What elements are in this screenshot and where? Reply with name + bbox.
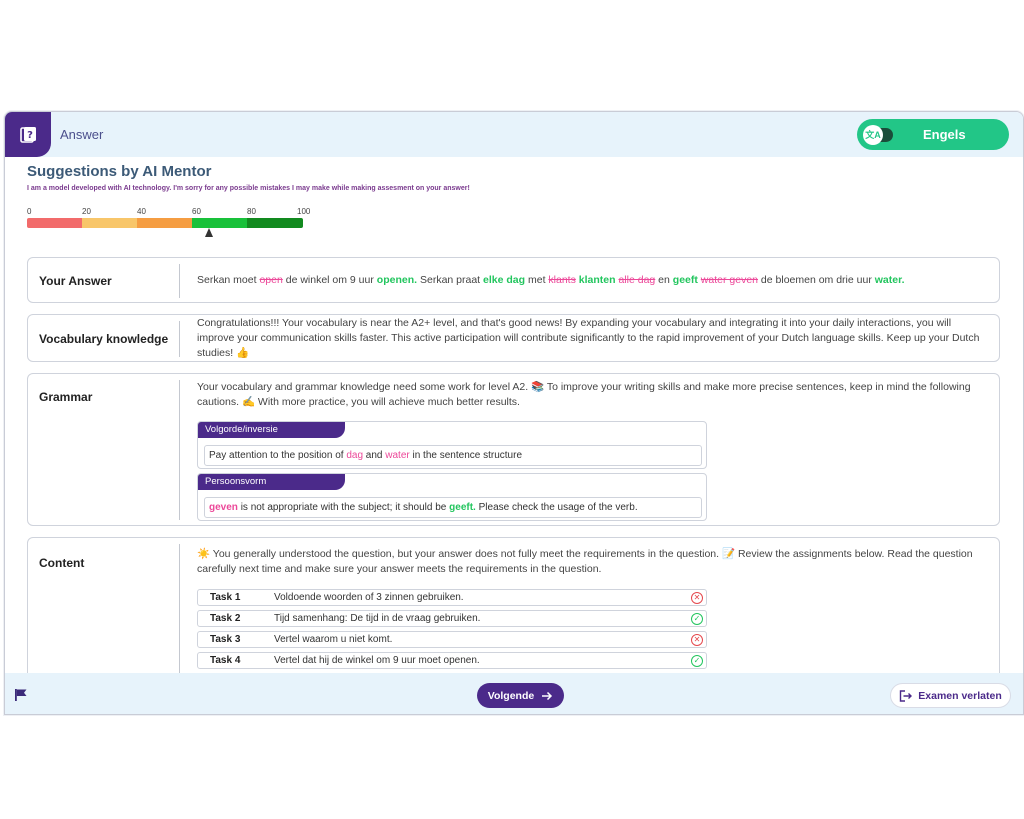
task-row: Task 1 Voldoende woorden of 3 zinnen geb… bbox=[197, 589, 707, 606]
scale-segment bbox=[82, 218, 137, 228]
corrected-word: elke dag bbox=[483, 274, 526, 286]
arrow-right-icon bbox=[542, 691, 553, 700]
grammar-rule-text: geven is not appropriate with the subjec… bbox=[204, 497, 702, 518]
scale-tick-label: 0 bbox=[27, 207, 32, 216]
question-book-icon: ? bbox=[5, 112, 51, 157]
suggestions-panel[interactable]: Suggestions by AI Mentor I am a model de… bbox=[5, 157, 1023, 675]
rule-text: Please check the usage of the verb. bbox=[478, 502, 638, 513]
corrected-word: klanten bbox=[578, 274, 616, 286]
scale-tick-label: 100 bbox=[297, 207, 311, 216]
exam-window: ? Answer 文A Engels Suggestions by AI Men… bbox=[4, 111, 1024, 715]
grammar-text: Your vocabulary and grammar knowledge ne… bbox=[197, 381, 971, 408]
answer-text: Serkan moet bbox=[197, 274, 257, 286]
check-icon: ✓ bbox=[691, 613, 703, 625]
top-bar: ? Answer 文A Engels bbox=[5, 112, 1023, 157]
toggle-switch[interactable]: 文A bbox=[863, 124, 893, 145]
deleted-word: alle dag bbox=[618, 274, 656, 286]
grammar-rule-text: Pay attention to the position of dag and… bbox=[204, 445, 702, 466]
card-divider bbox=[179, 380, 180, 520]
flag-icon[interactable] bbox=[14, 688, 28, 702]
deleted-word: open bbox=[259, 274, 283, 286]
scale-tick-label: 40 bbox=[137, 207, 146, 216]
language-label: Engels bbox=[923, 127, 966, 142]
your-answer-text: Serkan moet open de winkel om 9 uur open… bbox=[197, 273, 989, 288]
exit-icon bbox=[900, 689, 913, 702]
content-text: ☀️ You generally understood the question… bbox=[197, 548, 973, 575]
grammar-rule-tag: Persoonsvorm bbox=[198, 474, 345, 490]
task-row: Task 2 Tijd samenhang: De tijd in de vra… bbox=[197, 610, 707, 627]
highlighted-word: water bbox=[385, 450, 410, 461]
grammar-rule-tag: Volgorde/inversie bbox=[198, 422, 345, 438]
exit-exam-button[interactable]: Examen verlaten bbox=[890, 683, 1011, 708]
ai-disclaimer: I am a model developed with AI technolog… bbox=[27, 185, 470, 192]
answer-text: de bloemen om drie uur bbox=[760, 274, 872, 286]
corrected-word: water. bbox=[874, 274, 905, 286]
score-bar bbox=[27, 218, 303, 228]
task-name: Task 2 bbox=[210, 613, 241, 624]
highlighted-word: dag bbox=[346, 450, 364, 461]
task-text: Tijd samenhang: De tijd in de vraag gebr… bbox=[274, 613, 481, 624]
check-icon: ✓ bbox=[691, 655, 703, 667]
rule-text: is not appropriate with the subject; it … bbox=[240, 502, 447, 513]
rule-text: in the sentence structure bbox=[412, 450, 523, 461]
task-name: Task 1 bbox=[210, 592, 241, 603]
highlighted-word: geeft. bbox=[449, 502, 476, 513]
language-toggle[interactable]: 文A Engels bbox=[857, 119, 1009, 150]
scale-tick-label: 20 bbox=[82, 207, 91, 216]
scale-segment bbox=[247, 218, 303, 228]
grammar-rule-box: Persoonsvorm geven is not appropriate wi… bbox=[197, 473, 707, 521]
rule-text: Pay attention to the position of bbox=[209, 450, 344, 461]
content-label: Content bbox=[39, 556, 85, 570]
vocabulary-card: Vocabulary knowledge Congratulations!!! … bbox=[27, 314, 1000, 362]
translate-icon: 文A bbox=[863, 124, 883, 145]
scale-segment bbox=[27, 218, 82, 228]
suggestions-title: Suggestions by AI Mentor bbox=[27, 163, 212, 180]
task-text: Vertel waarom u niet komt. bbox=[274, 634, 393, 645]
answer-text: met bbox=[527, 274, 546, 286]
task-row: Task 3 Vertel waarom u niet komt. ✕ bbox=[197, 631, 707, 648]
vocabulary-label: Vocabulary knowledge bbox=[39, 332, 169, 346]
card-divider bbox=[179, 321, 180, 357]
page-title: Answer bbox=[60, 127, 104, 142]
highlighted-word: geven bbox=[209, 502, 238, 513]
card-divider bbox=[179, 264, 180, 298]
fail-icon: ✕ bbox=[691, 634, 703, 646]
next-button-label: Volgende bbox=[487, 689, 535, 702]
vocabulary-text: Congratulations!!! Your vocabulary is ne… bbox=[197, 317, 980, 359]
scale-segment bbox=[192, 218, 247, 228]
fail-icon: ✕ bbox=[691, 592, 703, 604]
task-text: Voldoende woorden of 3 zinnen gebruiken. bbox=[274, 592, 464, 603]
next-button[interactable]: Volgende bbox=[477, 683, 564, 708]
corrected-word: openen. bbox=[376, 274, 418, 286]
grammar-card: Grammar Your vocabulary and grammar know… bbox=[27, 373, 1000, 526]
answer-text: en bbox=[658, 274, 670, 286]
score-pointer bbox=[205, 228, 214, 237]
your-answer-card: Your Answer Serkan moet open de winkel o… bbox=[27, 257, 1000, 303]
task-name: Task 4 bbox=[210, 655, 241, 666]
scale-segment bbox=[137, 218, 192, 228]
scale-tick-label: 60 bbox=[192, 207, 201, 216]
deleted-word: klants bbox=[548, 274, 576, 286]
answer-text: de winkel om 9 uur bbox=[285, 274, 374, 286]
bottom-bar: Volgende Examen verlaten bbox=[5, 673, 1023, 714]
grammar-rule-box: Volgorde/inversie Pay attention to the p… bbox=[197, 421, 707, 469]
grammar-label: Grammar bbox=[39, 390, 93, 404]
card-divider bbox=[179, 544, 180, 675]
deleted-word: water geven bbox=[700, 274, 758, 286]
svg-text:?: ? bbox=[27, 130, 33, 141]
content-card: Content ☀️ You generally understood the … bbox=[27, 537, 1000, 675]
your-answer-label: Your Answer bbox=[39, 274, 112, 288]
answer-text: Serkan praat bbox=[419, 274, 481, 286]
scale-tick-label: 80 bbox=[247, 207, 256, 216]
task-name: Task 3 bbox=[210, 634, 241, 645]
corrected-word: geeft bbox=[672, 274, 698, 286]
task-text: Vertel dat hij de winkel om 9 uur moet o… bbox=[274, 655, 480, 666]
task-row: Task 4 Vertel dat hij de winkel om 9 uur… bbox=[197, 652, 707, 669]
rule-text: and bbox=[365, 450, 383, 461]
score-scale: 0 20 40 60 80 100 bbox=[27, 207, 310, 237]
exit-exam-label: Examen verlaten bbox=[918, 689, 1002, 702]
